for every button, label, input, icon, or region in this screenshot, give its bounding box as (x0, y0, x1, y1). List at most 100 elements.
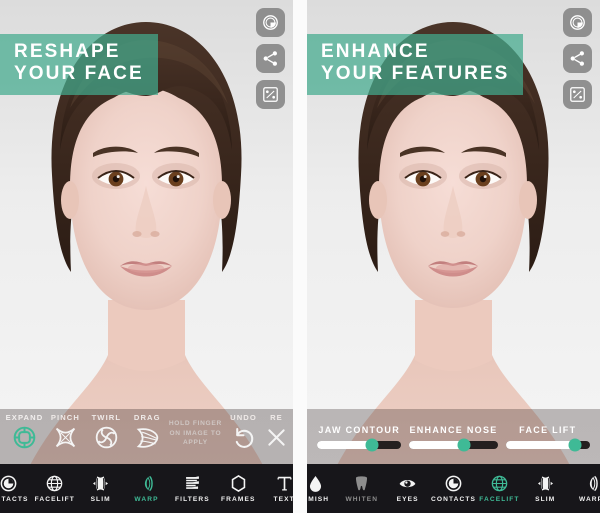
panel-left: RESHAPE YOUR FACE EXPAND PINCH TWIRL DRA… (0, 0, 293, 513)
slider-jaw-contour-label: JAW CONTOUR (318, 424, 401, 435)
warp-icon (144, 475, 153, 492)
effects-icon (263, 87, 278, 102)
contacts-lens-icon-button[interactable] (563, 8, 592, 37)
banner-line-2: YOUR FACE (14, 63, 144, 85)
screenshot-stage: RESHAPE YOUR FACE EXPAND PINCH TWIRL DRA… (0, 0, 600, 513)
frames-icon (231, 475, 245, 492)
warp-tool-twirl[interactable]: TWIRL (86, 413, 127, 450)
twirl-icon (95, 426, 118, 449)
slider-face-lift-label: FACE LIFT (519, 424, 577, 435)
effects-icon-button[interactable] (563, 80, 592, 109)
nav-item-contacts[interactable]: CONTACTS (431, 464, 477, 513)
eyes-icon (399, 480, 416, 488)
slider-jaw-contour[interactable]: JAW CONTOUR (313, 424, 405, 451)
nav-item-warp[interactable]: WARP (568, 464, 600, 513)
slider-fill (505, 440, 575, 449)
warp-tool-drag[interactable]: DRAG (127, 413, 168, 450)
text-icon (277, 476, 292, 491)
bottom-nav-right: EMISH WHITEN EYES (307, 464, 600, 513)
facelift-icon (46, 475, 63, 492)
warp-tool-expand-label: EXPAND (5, 413, 44, 422)
panel-right: ENHANCE YOUR FEATURES JAW CONTOUR ENHANC… (307, 0, 600, 513)
nav-item-contacts-label: ONTACTS (0, 496, 29, 503)
nav-item-warp-label: WARP (578, 496, 600, 503)
nav-item-contacts-label: CONTACTS (431, 496, 476, 503)
share-icon-button[interactable] (256, 44, 285, 73)
nav-item-text[interactable]: TEXT (261, 464, 293, 513)
share-icon (263, 51, 277, 66)
nav-item-filters[interactable]: FILTERS (169, 464, 215, 513)
slider-enhance-nose-label: ENHANCE NOSE (409, 424, 498, 435)
contacts-lens-icon (570, 15, 585, 30)
top-tool-column-left (256, 8, 285, 109)
slim-icon (93, 476, 109, 491)
warp-action-undo-label: UNDO (230, 413, 257, 422)
undo-icon (235, 427, 254, 448)
effects-icon (570, 87, 585, 102)
blemish-icon (310, 475, 322, 492)
drag-icon (136, 428, 158, 448)
nav-item-slim[interactable]: SLIM (522, 464, 568, 513)
slider-enhance-nose[interactable]: ENHANCE NOSE (405, 424, 501, 451)
slider-enhance-nose-track[interactable] (409, 438, 498, 451)
nav-item-facelift[interactable]: FACELIFT (32, 464, 78, 513)
warp-tool-drag-label: DRAG (133, 413, 161, 422)
nav-item-text-label: TEXT (273, 496, 293, 503)
bottom-nav-left: ONTACTS FACELIFT SLIM (0, 464, 293, 513)
warp-hint-text: HOLD FINGER ON IMAGE TO APPLY (168, 420, 222, 447)
contacts-lens-icon-button[interactable] (256, 8, 285, 37)
nav-item-facelift[interactable]: FACELIFT (476, 464, 522, 513)
panel-divider (293, 0, 307, 513)
banner-line-1: RESHAPE (14, 41, 121, 62)
contacts-lens-icon (263, 15, 278, 30)
slim-icon (537, 476, 553, 491)
nav-item-warp[interactable]: WARP (124, 464, 170, 513)
warp-tool-twirl-label: TWIRL (91, 413, 122, 422)
nav-item-frames-label: FRAMES (221, 496, 256, 503)
expand-icon (13, 426, 36, 449)
nav-item-slim-label: SLIM (535, 496, 556, 503)
warp-tool-pinch[interactable]: PINCH (45, 413, 86, 450)
warp-icon (589, 475, 598, 492)
share-icon-button[interactable] (563, 44, 592, 73)
nav-item-whiten-label: WHITEN (345, 496, 379, 503)
banner-line-1: ENHANCE (321, 41, 430, 62)
slider-face-lift-track[interactable] (505, 438, 590, 451)
slider-face-lift[interactable]: FACE LIFT (502, 424, 594, 451)
filters-icon (186, 476, 199, 489)
slider-thumb[interactable] (457, 438, 471, 451)
nav-item-facelift-label: FACELIFT (479, 496, 520, 503)
nav-item-eyes[interactable]: EYES (385, 464, 431, 513)
warp-action-undo[interactable]: UNDO (223, 413, 264, 450)
banner-left: RESHAPE YOUR FACE (0, 34, 158, 95)
facelift-icon (491, 475, 508, 492)
share-icon (570, 51, 584, 66)
slider-fill (409, 440, 465, 449)
nav-item-blemish-label: EMISH (307, 496, 330, 503)
nav-item-warp-label: WARP (134, 496, 159, 503)
pinch-icon (55, 427, 76, 448)
nav-item-whiten[interactable]: WHITEN (339, 464, 385, 513)
warp-tool-expand[interactable]: EXPAND (4, 413, 45, 450)
top-tool-column-right (563, 8, 592, 109)
warp-action-reset[interactable]: RE (264, 413, 289, 450)
slider-jaw-contour-track[interactable] (317, 438, 402, 451)
warp-toolbar: EXPAND PINCH TWIRL DRAG HOLD FINGER ON I… (0, 409, 293, 464)
contacts-icon (1, 475, 17, 492)
whiten-icon (356, 476, 368, 491)
nav-item-eyes-label: EYES (396, 496, 419, 503)
nav-item-contacts[interactable]: ONTACTS (0, 464, 32, 513)
slider-fill (317, 440, 372, 449)
nav-item-slim[interactable]: SLIM (78, 464, 124, 513)
banner-line-2: YOUR FEATURES (321, 63, 510, 85)
banner-right: ENHANCE YOUR FEATURES (307, 34, 524, 95)
nav-item-facelift-label: FACELIFT (34, 496, 75, 503)
nav-item-frames[interactable]: FRAMES (215, 464, 261, 513)
nav-item-filters-label: FILTERS (175, 496, 210, 503)
facelift-slider-bar: JAW CONTOUR ENHANCE NOSE FACE LIFT (307, 409, 600, 464)
nav-item-blemish[interactable]: EMISH (307, 464, 339, 513)
effects-icon-button[interactable] (256, 80, 285, 109)
reset-icon (268, 429, 285, 446)
slider-thumb[interactable] (568, 438, 582, 451)
slider-thumb[interactable] (365, 438, 379, 451)
